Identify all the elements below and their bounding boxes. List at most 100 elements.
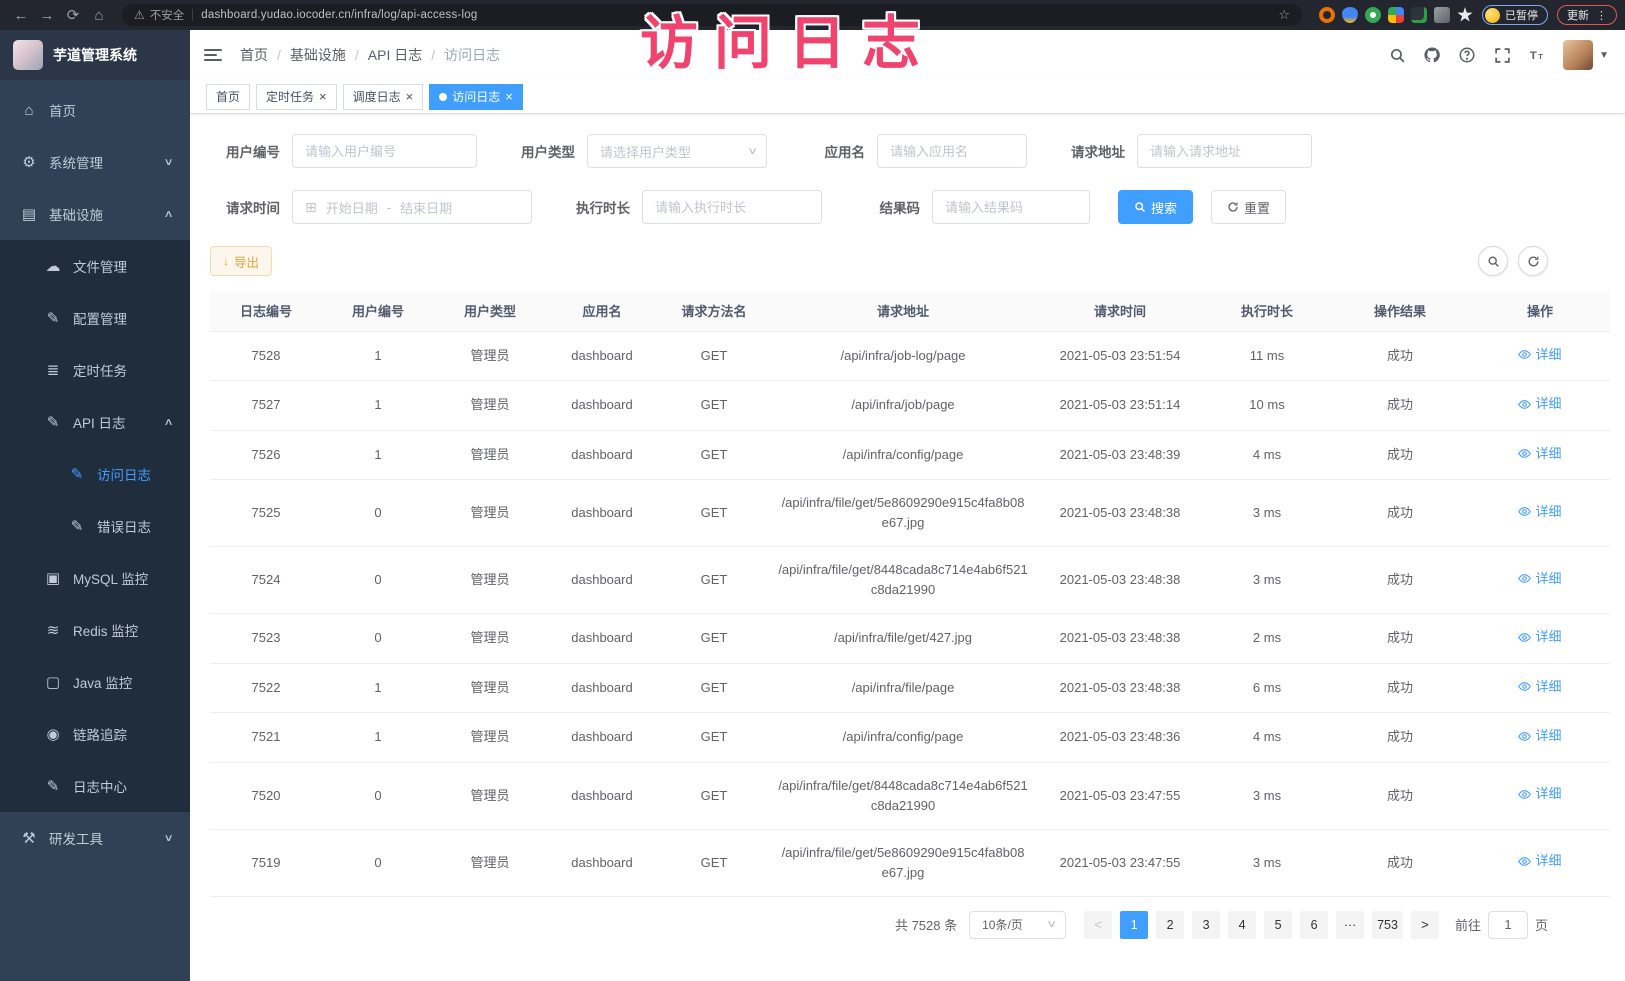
- tab-定时任务[interactable]: 定时任务×: [256, 84, 337, 110]
- close-icon[interactable]: ×: [319, 90, 327, 103]
- sidebar-item-dev-tools[interactable]: ⚒研发工具∨: [0, 812, 190, 864]
- extension-icon[interactable]: [1388, 7, 1404, 23]
- table-cell: dashboard: [546, 480, 658, 547]
- table-cell: dashboard: [546, 331, 658, 381]
- table-cell-actions: 详细: [1470, 762, 1610, 829]
- prev-page-button[interactable]: <: [1084, 911, 1112, 939]
- github-icon[interactable]: [1423, 46, 1441, 64]
- extension-icon[interactable]: [1411, 7, 1427, 23]
- extensions-puzzle-icon[interactable]: [1457, 7, 1473, 23]
- page-button-1[interactable]: 1: [1120, 911, 1148, 939]
- request-url-input[interactable]: [1137, 134, 1312, 168]
- browser-update-button[interactable]: 更新 ⋮: [1557, 5, 1617, 25]
- detail-link[interactable]: 详细: [1518, 627, 1561, 647]
- sidebar-item-java-monitor[interactable]: ▢Java 监控: [0, 656, 190, 708]
- detail-link[interactable]: 详细: [1518, 345, 1561, 365]
- breadcrumb-item-current: 访问日志: [444, 45, 500, 65]
- sidebar-item-api-log[interactable]: ✎API 日志∧: [0, 396, 190, 448]
- close-icon[interactable]: ×: [406, 90, 414, 103]
- user-avatar-menu[interactable]: ▼: [1563, 40, 1609, 70]
- goto-page-input[interactable]: [1488, 911, 1528, 939]
- export-button[interactable]: ↓ 导出: [210, 246, 272, 276]
- browser-url-bar[interactable]: ⚠ 不安全 dashboard.yudao.iocoder.cn/infra/l…: [122, 4, 1302, 26]
- request-time-range-picker[interactable]: ⊞ 开始日期 - 结束日期: [292, 190, 532, 224]
- sidebar-item-file[interactable]: ☁文件管理: [0, 240, 190, 292]
- refresh-table-button[interactable]: [1518, 246, 1548, 276]
- table-cell: 成功: [1330, 480, 1470, 547]
- close-icon[interactable]: ×: [505, 90, 513, 103]
- detail-link[interactable]: 详细: [1518, 394, 1561, 414]
- column-header: 日志编号: [210, 291, 322, 331]
- sidebar-item-access-log[interactable]: ✎访问日志: [0, 448, 190, 500]
- user-type-select[interactable]: 请选择用户类型 ∨: [587, 134, 767, 168]
- breadcrumb-separator: /: [355, 47, 359, 63]
- page-button-6[interactable]: 6: [1300, 911, 1328, 939]
- detail-link[interactable]: 详细: [1518, 677, 1561, 697]
- detail-link[interactable]: 详细: [1518, 569, 1561, 589]
- sidebar-item-job[interactable]: ≣定时任务: [0, 344, 190, 396]
- user-id-input[interactable]: [292, 134, 477, 168]
- browser-forward-icon[interactable]: →: [34, 7, 60, 24]
- sidebar-item-trace[interactable]: ◉链路追踪: [0, 708, 190, 760]
- browser-home-icon[interactable]: ⌂: [86, 7, 112, 24]
- search-icon[interactable]: [1388, 46, 1406, 64]
- browser-back-icon[interactable]: ←: [8, 7, 34, 24]
- sidebar-item-home[interactable]: ⌂首页: [0, 84, 190, 136]
- bookmark-star-icon[interactable]: ☆: [1278, 7, 1290, 23]
- fullscreen-icon[interactable]: [1493, 46, 1511, 64]
- sidebar-item-label: 日志中心: [73, 776, 127, 796]
- tab-调度日志[interactable]: 调度日志×: [343, 84, 424, 110]
- column-header: 操作结果: [1330, 291, 1470, 331]
- hamburger-icon[interactable]: [204, 49, 222, 61]
- sidebar-item-error-log[interactable]: ✎错误日志: [0, 500, 190, 552]
- extension-icon[interactable]: [1434, 7, 1450, 23]
- page-button-3[interactable]: 3: [1192, 911, 1220, 939]
- sidebar-item-label: 定时任务: [73, 360, 127, 380]
- breadcrumb-item[interactable]: 首页: [240, 45, 268, 65]
- detail-link-label: 详细: [1535, 444, 1561, 464]
- sidebar-item-config[interactable]: ✎配置管理: [0, 292, 190, 344]
- sidebar-item-log-center[interactable]: ✎日志中心: [0, 760, 190, 812]
- table-row: 75281管理员dashboardGET/api/infra/job-log/p…: [210, 331, 1610, 381]
- result-code-input[interactable]: [932, 190, 1090, 224]
- extension-icon[interactable]: [1319, 7, 1335, 23]
- toggle-search-button[interactable]: [1478, 246, 1508, 276]
- font-size-icon[interactable]: TT: [1528, 46, 1546, 64]
- profile-paused-badge[interactable]: 已暂停: [1482, 5, 1548, 25]
- next-page-button[interactable]: >: [1411, 911, 1439, 939]
- browser-reload-icon[interactable]: ⟳: [60, 6, 86, 24]
- duration-input[interactable]: [642, 190, 822, 224]
- sidebar-item-system[interactable]: ⚙系统管理∨: [0, 136, 190, 188]
- search-button[interactable]: 搜索: [1118, 190, 1193, 224]
- kebab-menu-icon[interactable]: ⋮: [1596, 9, 1607, 22]
- column-header: 请求时间: [1036, 291, 1204, 331]
- dashboard-icon: ⌂: [20, 102, 38, 119]
- detail-link[interactable]: 详细: [1518, 444, 1561, 464]
- table-cell: /api/infra/job/page: [770, 381, 1036, 431]
- breadcrumb-item[interactable]: 基础设施: [290, 45, 346, 65]
- page-button-5[interactable]: 5: [1264, 911, 1292, 939]
- breadcrumb-item[interactable]: API 日志: [368, 45, 422, 65]
- sidebar-item-mysql-monitor[interactable]: ▣MySQL 监控: [0, 552, 190, 604]
- page-button-2[interactable]: 2: [1156, 911, 1184, 939]
- help-icon[interactable]: [1458, 46, 1476, 64]
- detail-link[interactable]: 详细: [1518, 502, 1561, 522]
- sidebar-item-infra[interactable]: ▤基础设施∧: [0, 188, 190, 240]
- sidebar-item-redis-monitor[interactable]: ≋Redis 监控: [0, 604, 190, 656]
- tab-首页[interactable]: 首页: [206, 84, 250, 110]
- tab-访问日志[interactable]: 访问日志×: [429, 84, 523, 110]
- page-button-753[interactable]: 753: [1372, 911, 1403, 939]
- column-header: 操作: [1470, 291, 1610, 331]
- page-size-select[interactable]: 10条/页 ∨: [969, 911, 1066, 939]
- extension-icon[interactable]: [1342, 7, 1358, 23]
- more-pages-button[interactable]: ···: [1336, 911, 1364, 939]
- table-cell: 6 ms: [1204, 663, 1330, 713]
- reset-button[interactable]: 重置: [1211, 190, 1286, 224]
- extension-icon[interactable]: [1365, 7, 1381, 23]
- app-name-input[interactable]: [877, 134, 1027, 168]
- detail-link[interactable]: 详细: [1518, 784, 1561, 804]
- detail-link[interactable]: 详细: [1518, 726, 1561, 746]
- app-logo[interactable]: 芋道管理系统: [0, 30, 190, 80]
- page-button-4[interactable]: 4: [1228, 911, 1256, 939]
- detail-link[interactable]: 详细: [1518, 851, 1561, 871]
